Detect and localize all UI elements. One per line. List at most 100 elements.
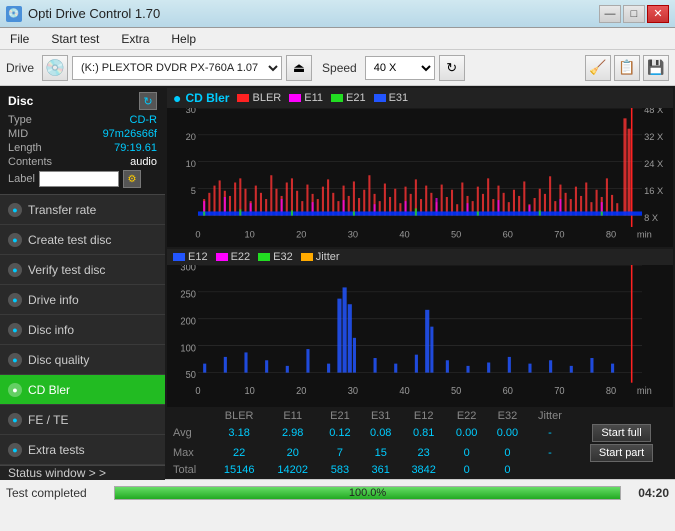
chart1-title: ● CD Bler	[173, 90, 229, 106]
stats-cell-1-5: 0	[446, 443, 487, 463]
sidebar-item-label-verify-test-disc: Verify test disc	[28, 263, 105, 277]
statusbar: Test completed 100.0% 04:20	[0, 479, 675, 505]
transfer-rate-icon: ●	[8, 203, 22, 217]
charts-area: ● CD Bler BLER E11 E21	[165, 86, 675, 479]
stats-cell-1-7: -	[528, 443, 572, 463]
status-text: Test completed	[6, 486, 106, 500]
stats-cell-1-6: 0	[487, 443, 528, 463]
label-label: Label	[8, 173, 35, 185]
stats-cell-2-7	[528, 463, 572, 477]
disc-panel-title: Disc	[8, 94, 33, 108]
drive-select[interactable]: (K:) PLEXTOR DVDR PX-760A 1.07	[72, 56, 282, 80]
chart1-body: 30 20 10 5 48 X 32 X 24 X 16 X 8 X 0 10 …	[167, 108, 673, 243]
label-browse-button[interactable]: ⚙	[123, 170, 141, 188]
svg-text:20: 20	[186, 132, 196, 142]
sidebar-item-create-test-disc[interactable]: ● Create test disc	[0, 225, 165, 255]
sidebar-item-disc-info[interactable]: ●Disc info	[0, 315, 165, 345]
sidebar-item-label-create-test-disc: Create test disc	[28, 233, 111, 247]
menu-start-test[interactable]: Start test	[45, 30, 105, 48]
menu-file[interactable]: File	[4, 30, 35, 48]
svg-text:300: 300	[180, 265, 196, 274]
sidebar-item-label-fe-te: FE / TE	[28, 413, 68, 427]
svg-text:24 X: 24 X	[644, 159, 663, 169]
chart2-body: 300 250 200 100 50 0 10 20 30 40 50 60 7…	[167, 265, 673, 400]
fe-te-icon: ●	[8, 413, 22, 427]
stats-btn-cell-0: Start full	[572, 423, 671, 443]
create-test-disc-icon: ●	[8, 233, 22, 247]
window-controls: — □ ✕	[599, 5, 669, 23]
svg-text:40: 40	[399, 229, 409, 239]
sidebar-item-label-disc-quality: Disc quality	[28, 353, 89, 367]
svg-text:30: 30	[186, 108, 196, 115]
status-window-button[interactable]: Status window > >	[0, 465, 165, 480]
start-part-button[interactable]: Start part	[590, 444, 653, 462]
stats-cell-0-6: 0.00	[487, 423, 528, 443]
verify-test-disc-icon: ●	[8, 263, 22, 277]
save-button[interactable]: 💾	[643, 55, 669, 81]
menu-help[interactable]: Help	[165, 30, 202, 48]
mid-label: MID	[8, 128, 28, 140]
chart2-header: E12 E22 E32 Jitter	[167, 249, 673, 265]
stats-cell-2-5: 0	[446, 463, 487, 477]
col-bler: BLER	[212, 409, 266, 423]
refresh-button[interactable]: ↻	[439, 55, 465, 81]
stats-row-label-2: Total	[169, 463, 212, 477]
col-e22: E22	[446, 409, 487, 423]
svg-text:48 X: 48 X	[644, 108, 663, 115]
drive-label: Drive	[6, 61, 34, 75]
minimize-button[interactable]: —	[599, 5, 621, 23]
contents-value: audio	[130, 156, 157, 168]
chart1-legend-e31: E31	[374, 92, 409, 104]
svg-text:0: 0	[195, 385, 201, 396]
sidebar-item-fe-te[interactable]: ● FE / TE	[0, 405, 165, 435]
copy-button[interactable]: 📋	[614, 55, 640, 81]
type-value: CD-R	[130, 114, 158, 126]
maximize-button[interactable]: □	[623, 5, 645, 23]
svg-text:min: min	[637, 385, 652, 396]
disc-info-icon: ●	[8, 323, 22, 337]
col-e32: E32	[487, 409, 528, 423]
menu-extra[interactable]: Extra	[115, 30, 155, 48]
stats-cell-2-2: 583	[319, 463, 360, 477]
sidebar-item-label-extra-tests: Extra tests	[28, 443, 85, 457]
length-value: 79:19.61	[114, 142, 157, 154]
col-jitter: Jitter	[528, 409, 572, 423]
drive-info-icon: ●	[8, 293, 22, 307]
svg-text:0: 0	[195, 229, 200, 239]
sidebar-item-drive-info[interactable]: ●Drive info	[0, 285, 165, 315]
sidebar-item-cd-bler[interactable]: ●CD Bler	[0, 375, 165, 405]
disc-refresh-button[interactable]: ↻	[139, 92, 157, 110]
svg-text:32 X: 32 X	[644, 132, 663, 142]
speed-select[interactable]: 40 X	[365, 56, 435, 80]
stats-btn-cell-2	[572, 463, 671, 477]
stats-cell-1-0: 22	[212, 443, 266, 463]
label-input[interactable]	[39, 171, 119, 187]
sidebar-item-verify-test-disc[interactable]: ● Verify test disc	[0, 255, 165, 285]
svg-text:30: 30	[348, 229, 358, 239]
main-content: ● CD Bler BLER E11 E21	[165, 86, 675, 479]
eject-button[interactable]: ⏏	[286, 55, 312, 81]
chart1-header: ● CD Bler BLER E11 E21	[167, 88, 673, 108]
start-full-button[interactable]: Start full	[592, 424, 650, 442]
sidebar-item-label-cd-bler: CD Bler	[28, 383, 70, 397]
svg-text:80: 80	[606, 229, 616, 239]
mid-value: 97m26s66f	[103, 128, 157, 140]
sidebar-item-extra-tests[interactable]: ●Extra tests	[0, 435, 165, 465]
erase-button[interactable]: 🧹	[585, 55, 611, 81]
col-e31: E31	[360, 409, 401, 423]
svg-text:20: 20	[296, 229, 306, 239]
stats-cell-0-3: 0.08	[360, 423, 401, 443]
stats-row-max: Max22207152300-Start part	[169, 443, 671, 463]
drive-icon: 💿	[42, 55, 68, 81]
stats-cell-1-1: 20	[266, 443, 320, 463]
sidebar-item-disc-quality[interactable]: ●Disc quality	[0, 345, 165, 375]
chart2-legend-e12: E12	[173, 251, 208, 263]
sidebar-item-transfer-rate[interactable]: ●Transfer rate	[0, 195, 165, 225]
chart2-svg: 300 250 200 100 50 0 10 20 30 40 50 60 7…	[167, 265, 673, 400]
speed-label: Speed	[322, 61, 357, 75]
stats-cell-1-3: 15	[360, 443, 401, 463]
close-button[interactable]: ✕	[647, 5, 669, 23]
col-e11: E11	[266, 409, 320, 423]
svg-text:60: 60	[503, 229, 513, 239]
col-e12: E12	[401, 409, 446, 423]
